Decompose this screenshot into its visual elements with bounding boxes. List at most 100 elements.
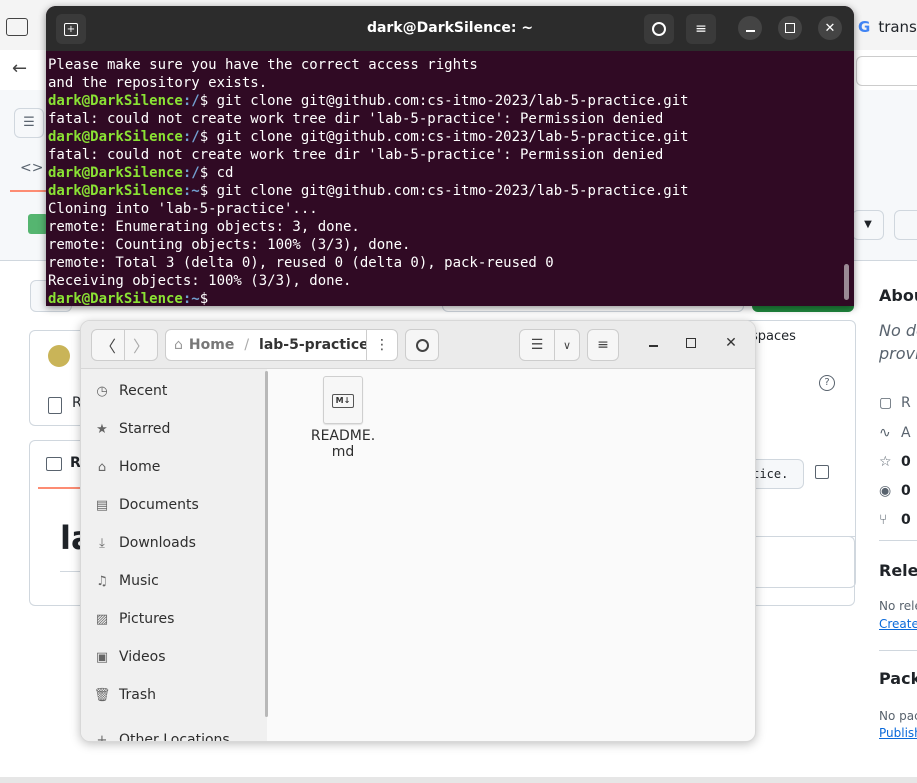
minimize-button[interactable] <box>641 331 665 355</box>
path-bar[interactable]: ⌂ Home / lab-5-practice <box>165 329 397 361</box>
minimize-button[interactable] <box>738 16 762 40</box>
places-sidebar: ◷ Recent ★ Starred ⌂ Home ▤ Documents ⤓ Downloads… <box>81 369 267 741</box>
prompt-command: $ git clone git@github.com:cs-itmo-2023/… <box>199 183 689 199</box>
main-menu-button[interactable]: ≡ <box>587 329 619 361</box>
eye-icon: ◉ <box>879 482 892 499</box>
readme-link[interactable]: R <box>901 395 911 411</box>
codespaces-tab[interactable]: spaces <box>751 329 796 344</box>
close-icon: ✕ <box>725 335 737 351</box>
fork-icon[interactable] <box>894 210 917 240</box>
sidebar-item-label: Documents <box>119 497 199 513</box>
kebab-icon: ⋮ <box>375 337 389 353</box>
search-button[interactable] <box>405 329 439 361</box>
terminal-line: Please make sure you have the correct ac… <box>48 57 478 73</box>
sidebar-scrollbar[interactable] <box>265 371 268 717</box>
terminal-line: remote: Enumerating objects: 3, done. <box>48 219 360 235</box>
readme-link-row[interactable]: ▢ R <box>879 388 917 418</box>
maximize-button[interactable] <box>679 331 703 355</box>
view-list-button[interactable]: ☰ <box>519 329 555 361</box>
home-path-icon: ⌂ <box>174 337 183 353</box>
fork-dropdown[interactable]: ▼ <box>852 210 884 240</box>
code-tab-icon[interactable]: <> <box>20 160 43 176</box>
sidebar-item-videos[interactable]: ▣ Videos <box>91 642 261 672</box>
files-window[interactable]: 〈 〉 ⌂ Home / lab-5-practice ⋮ ☰ ∨ ≡ ✕ ◷ … <box>80 320 756 742</box>
publish-package-link[interactable]: Publish <box>879 726 917 740</box>
terminal-title: dark@DarkSilence: ~ <box>366 20 534 36</box>
terminal-window[interactable]: dark@DarkSilence: ~ + ≡ ✕ Please make su… <box>46 6 854 306</box>
chevron-right-icon: 〉 <box>132 337 149 356</box>
forks-count: 0 <box>901 511 911 528</box>
forks-row[interactable]: ⑂ 0 <box>879 505 917 534</box>
stars-row[interactable]: ☆ 0 <box>879 447 917 476</box>
prompt-user: dark@DarkSilence <box>48 183 183 199</box>
path-menu-button[interactable]: ⋮ <box>366 329 398 361</box>
google-icon: G <box>858 18 871 36</box>
chevron-down-icon: ∨ <box>562 338 572 352</box>
tab-overview-icon[interactable] <box>6 18 28 36</box>
file-name-line1: README. <box>310 428 376 444</box>
forward-button[interactable]: 〉 <box>124 329 158 361</box>
activity-link-row[interactable]: ∿ A <box>879 418 917 447</box>
repo-visibility-badge <box>28 214 48 234</box>
markdown-file-icon: M↓ <box>323 376 363 424</box>
sidebar-item-home[interactable]: ⌂ Home <box>91 452 261 482</box>
sidebar-item-downloads[interactable]: ⤓ Downloads <box>91 528 261 558</box>
file-item-readme[interactable]: M↓ README. md <box>303 376 383 460</box>
close-button[interactable]: ✕ <box>818 16 842 40</box>
chevron-left-icon: 〈 <box>99 337 116 356</box>
terminal-output[interactable]: Please make sure you have the correct ac… <box>46 51 841 306</box>
close-button[interactable]: ✕ <box>719 331 743 355</box>
code-tab-underline <box>10 190 50 192</box>
sidebar-item-music[interactable]: ♫ Music <box>91 566 261 596</box>
maximize-icon <box>785 23 795 33</box>
path-home[interactable]: Home <box>189 337 234 353</box>
prompt-command: $ cd <box>199 165 234 181</box>
back-button[interactable]: 〈 <box>91 329 125 361</box>
new-tab-button[interactable]: + <box>56 14 86 44</box>
sidebar-item-recent[interactable]: ◷ Recent <box>91 376 261 406</box>
terminal-line: Cloning into 'lab-5-practice'... <box>48 201 318 217</box>
releases-heading[interactable]: Relea <box>879 561 917 580</box>
create-release-link[interactable]: Create <box>879 617 917 631</box>
music-icon: ♫ <box>96 573 108 589</box>
sidebar-item-other-locations[interactable]: + Other Locations <box>91 725 261 741</box>
search-button[interactable] <box>644 14 674 44</box>
prompt-user: dark@DarkSilence <box>48 165 183 181</box>
back-icon[interactable]: ← <box>12 58 27 79</box>
home-icon: ⌂ <box>97 459 107 475</box>
markdown-badge: M↓ <box>332 394 354 408</box>
menu-icon[interactable]: ☰ <box>14 108 44 138</box>
search-icon <box>415 338 429 352</box>
picture-icon: ▨ <box>95 611 109 627</box>
packages-heading[interactable]: Pack <box>879 669 917 688</box>
browser-tab[interactable]: G trans <box>858 12 917 42</box>
stars-count: 0 <box>901 453 911 470</box>
terminal-headerbar[interactable]: dark@DarkSilence: ~ + ≡ ✕ <box>46 6 854 51</box>
terminal-line: Receiving objects: 100% (3/3), done. <box>48 273 352 289</box>
sidebar-item-label: Starred <box>119 421 171 437</box>
sidebar-item-trash[interactable]: 🗑 Trash <box>91 680 261 710</box>
prompt-path: :~ <box>182 291 200 306</box>
path-current[interactable]: lab-5-practice <box>259 337 369 353</box>
sidebar-item-documents[interactable]: ▤ Documents <box>91 490 261 520</box>
terminal-scrollbar[interactable] <box>844 264 849 300</box>
terminal-line: remote: Counting objects: 100% (3/3), do… <box>48 237 411 253</box>
help-icon[interactable]: ? <box>819 375 835 391</box>
menu-button[interactable]: ≡ <box>686 14 716 44</box>
sidebar-item-label: Home <box>119 459 161 475</box>
copy-icon[interactable] <box>815 465 829 479</box>
sidebar-item-label: Pictures <box>119 611 175 627</box>
files-headerbar[interactable]: 〈 〉 ⌂ Home / lab-5-practice ⋮ ☰ ∨ ≡ ✕ <box>81 321 755 369</box>
download-icon: ⤓ <box>99 535 105 551</box>
sidebar-divider-1 <box>879 540 917 541</box>
sidebar-item-pictures[interactable]: ▨ Pictures <box>91 604 261 634</box>
about-links: ▢ R ∿ A ☆ 0 ◉ 0 ⑂ 0 <box>879 388 917 534</box>
new-tab-icon: + <box>64 22 78 36</box>
sidebar-item-starred[interactable]: ★ Starred <box>91 414 261 444</box>
watchers-row[interactable]: ◉ 0 <box>879 476 917 505</box>
address-bar[interactable] <box>856 56 917 86</box>
activity-link[interactable]: A <box>901 425 911 441</box>
prompt-path: :/ <box>182 129 200 145</box>
maximize-button[interactable] <box>778 16 802 40</box>
view-options-button[interactable]: ∨ <box>554 329 580 361</box>
